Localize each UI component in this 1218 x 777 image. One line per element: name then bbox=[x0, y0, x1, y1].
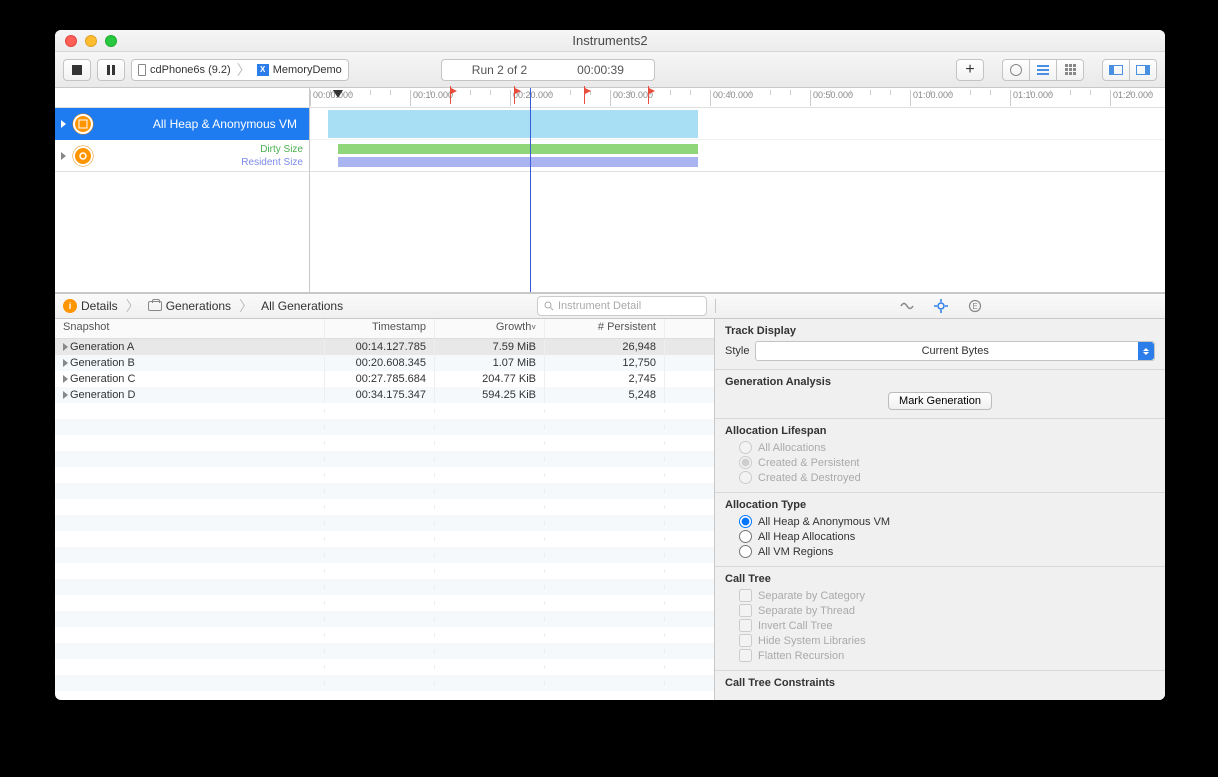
gear-icon[interactable] bbox=[934, 299, 948, 313]
time-ruler[interactable]: 00:00.00000:10.00000:20.00000:30.00000:4… bbox=[310, 88, 1165, 108]
type-vm[interactable]: All VM Regions bbox=[739, 545, 1155, 558]
allocation-type-heading: Allocation Type bbox=[725, 499, 1155, 511]
grid-icon bbox=[1065, 64, 1076, 75]
allocations-graph[interactable] bbox=[310, 108, 1165, 140]
instrument-search[interactable]: Instrument Detail bbox=[537, 296, 707, 316]
lifespan-persistent: Created & Persistent bbox=[739, 456, 1155, 469]
detail-bar: iDetails 〉 Generations 〉 All Generations… bbox=[55, 293, 1165, 319]
target-selector[interactable]: cdPhone6s (9.2) 〉 XMemoryDemo bbox=[131, 59, 349, 81]
ct-invert: Invert Call Tree bbox=[739, 619, 1155, 632]
strategy-grid-button[interactable] bbox=[1056, 59, 1084, 81]
track-area: All Heap & Anonymous VM Dirty Size Resid… bbox=[55, 88, 1165, 293]
extended-detail-icon[interactable]: E bbox=[968, 299, 982, 313]
track-vm[interactable]: Dirty Size Resident Size bbox=[55, 140, 310, 172]
type-heap[interactable]: All Heap Allocations bbox=[739, 530, 1155, 543]
gear-icon bbox=[1010, 64, 1022, 76]
panel-right-icon bbox=[1136, 65, 1150, 75]
generation-analysis-heading: Generation Analysis bbox=[725, 376, 1155, 388]
device-icon bbox=[138, 64, 146, 76]
resident-size-label: Resident Size bbox=[99, 156, 303, 169]
flag-marker[interactable] bbox=[648, 88, 656, 100]
time-cursor[interactable] bbox=[530, 88, 531, 292]
left-panel-button[interactable] bbox=[1102, 59, 1130, 81]
table-row[interactable]: Generation A00:14.127.7857.59 MiB26,948 bbox=[55, 339, 714, 355]
disclosure-icon[interactable] bbox=[61, 120, 67, 128]
ct-hide-system: Hide System Libraries bbox=[739, 634, 1155, 647]
strategy-gear-button[interactable] bbox=[1002, 59, 1030, 81]
inspector-pane: Track Display Style Current Bytes Genera… bbox=[715, 319, 1165, 700]
ct-separate-category: Separate by Category bbox=[739, 589, 1155, 602]
run-status[interactable]: Run 2 of 200:00:39 bbox=[441, 59, 655, 81]
lifespan-destroyed: Created & Destroyed bbox=[739, 471, 1155, 484]
instruments-window: Instruments2 cdPhone6s (9.2) 〉 XMemoryDe… bbox=[55, 30, 1165, 700]
col-timestamp[interactable]: Timestamp bbox=[325, 319, 435, 338]
window-title: Instruments2 bbox=[55, 33, 1165, 48]
track-display-heading: Track Display bbox=[725, 325, 1155, 337]
table-row[interactable]: Generation D00:34.175.347594.25 KiB5,248 bbox=[55, 387, 714, 403]
lifespan-all: All Allocations bbox=[739, 441, 1155, 454]
allocations-icon bbox=[73, 114, 93, 134]
record-stop-button[interactable] bbox=[63, 59, 91, 81]
toolbar: cdPhone6s (9.2) 〉 XMemoryDemo Run 2 of 2… bbox=[55, 52, 1165, 88]
panel-toggle-group bbox=[1102, 59, 1157, 81]
view-strategy-group bbox=[1002, 59, 1084, 81]
track-allocations[interactable]: All Heap & Anonymous VM bbox=[55, 108, 310, 140]
strategy-list-button[interactable] bbox=[1029, 59, 1057, 81]
wave-icon[interactable] bbox=[900, 299, 914, 313]
allocation-lifespan-heading: Allocation Lifespan bbox=[725, 425, 1155, 437]
table-row[interactable]: Generation B00:20.608.3451.07 MiB12,750 bbox=[55, 355, 714, 371]
app-icon: X bbox=[257, 64, 269, 76]
track-alloc-label: All Heap & Anonymous VM bbox=[99, 117, 303, 131]
mark-generation-button[interactable]: Mark Generation bbox=[888, 392, 992, 410]
type-heap-anon[interactable]: All Heap & Anonymous VM bbox=[739, 515, 1155, 528]
camera-icon bbox=[148, 301, 162, 311]
table-row[interactable]: Generation C00:27.785.684204.77 KiB2,745 bbox=[55, 371, 714, 387]
pause-button[interactable] bbox=[97, 59, 125, 81]
vm-graph[interactable] bbox=[310, 140, 1165, 172]
right-panel-button[interactable] bbox=[1129, 59, 1157, 81]
chevron-down-icon bbox=[1138, 342, 1154, 360]
add-button[interactable]: + bbox=[956, 59, 984, 81]
call-tree-constraints-heading: Call Tree Constraints bbox=[725, 677, 1155, 689]
flag-marker[interactable] bbox=[584, 88, 592, 100]
style-label: Style bbox=[725, 345, 749, 357]
dirty-size-label: Dirty Size bbox=[99, 143, 303, 156]
list-icon bbox=[1037, 65, 1049, 75]
svg-text:E: E bbox=[972, 302, 977, 311]
search-icon bbox=[544, 301, 554, 311]
col-snapshot[interactable]: Snapshot bbox=[55, 319, 325, 338]
titlebar[interactable]: Instruments2 bbox=[55, 30, 1165, 52]
generations-table: Snapshot Timestamp Growth˅ # Persistent … bbox=[55, 319, 715, 700]
style-select[interactable]: Current Bytes bbox=[755, 341, 1155, 361]
panel-left-icon bbox=[1109, 65, 1123, 75]
flag-marker[interactable] bbox=[514, 88, 522, 100]
vm-icon bbox=[73, 146, 93, 166]
flag-marker[interactable] bbox=[450, 88, 458, 100]
disclosure-icon[interactable] bbox=[61, 152, 67, 160]
ct-separate-thread: Separate by Thread bbox=[739, 604, 1155, 617]
all-generations-crumb[interactable]: All Generations bbox=[261, 299, 343, 313]
generations-crumb[interactable]: Generations bbox=[148, 299, 231, 313]
col-growth[interactable]: Growth˅ bbox=[435, 319, 545, 338]
col-persistent[interactable]: # Persistent bbox=[545, 319, 665, 338]
call-tree-heading: Call Tree bbox=[725, 573, 1155, 585]
ct-flatten: Flatten Recursion bbox=[739, 649, 1155, 662]
details-crumb[interactable]: iDetails bbox=[63, 299, 118, 313]
details-icon: i bbox=[63, 299, 77, 313]
playhead-icon[interactable] bbox=[338, 90, 348, 100]
